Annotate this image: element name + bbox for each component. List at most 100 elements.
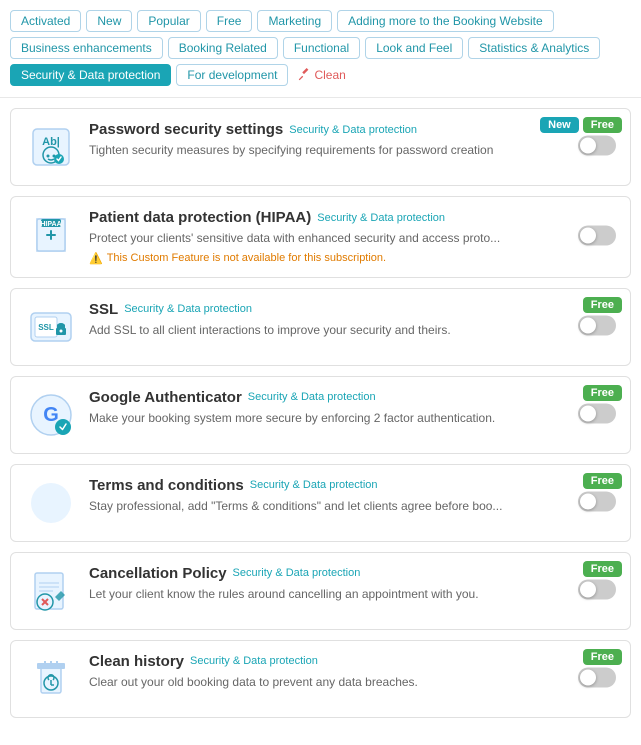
toggle-wrap[interactable] bbox=[578, 667, 616, 690]
feature-card-clean-history: Free Clean history Security & Data prote… bbox=[10, 640, 631, 718]
feature-description: Tighten security measures by specifying … bbox=[89, 142, 566, 159]
feature-category: Security & Data protection bbox=[190, 655, 318, 667]
toggle-wrap[interactable] bbox=[578, 579, 616, 602]
svg-text:HIPAA: HIPAA bbox=[40, 221, 61, 228]
filter-tag-new[interactable]: New bbox=[86, 10, 132, 32]
toggle-wrap[interactable] bbox=[578, 403, 616, 426]
badge-free: Free bbox=[583, 473, 622, 489]
feature-category: Security & Data protection bbox=[233, 567, 361, 579]
svg-text:SSL: SSL bbox=[38, 323, 54, 332]
feature-content: Patient data protection (HIPAA) Security… bbox=[89, 209, 616, 265]
badge-area: Free bbox=[583, 649, 622, 665]
filter-tag-security-&-data-protection[interactable]: Security & Data protection bbox=[10, 64, 171, 86]
feature-content: Password security settings Security & Da… bbox=[89, 121, 616, 159]
badge-free: Free bbox=[583, 385, 622, 401]
feature-title-row: SSL Security & Data protection bbox=[89, 301, 566, 318]
toggle-wrap[interactable] bbox=[578, 315, 616, 338]
feature-content: SSL Security & Data protection Add SSL t… bbox=[89, 301, 616, 339]
toggle-wrap[interactable] bbox=[578, 225, 616, 248]
feature-title: Clean history bbox=[89, 653, 184, 670]
feature-card-terms-conditions: Free Terms and conditions Security & Dat… bbox=[10, 464, 631, 542]
feature-card-patient-data: HIPAA Patient data protection (HIPAA) Se… bbox=[10, 196, 631, 278]
filter-row-2: Business enhancementsBooking RelatedFunc… bbox=[10, 37, 631, 59]
feature-icon-ssl: SSL SSL bbox=[25, 301, 77, 353]
feature-title: Google Authenticator bbox=[89, 389, 242, 406]
badge-area: Free bbox=[583, 297, 622, 313]
feature-description: Let your client know the rules around ca… bbox=[89, 586, 566, 603]
badge-free: Free bbox=[583, 117, 622, 133]
feature-toggle-cancellation-policy[interactable] bbox=[578, 579, 616, 599]
feature-category: Security & Data protection bbox=[250, 479, 378, 491]
badge-area: Free bbox=[583, 385, 622, 401]
feature-card-google-auth: Free G Google Authenticator Security & D… bbox=[10, 376, 631, 454]
feature-icon-clean-history bbox=[25, 653, 77, 705]
feature-toggle-password-security[interactable] bbox=[578, 136, 616, 156]
feature-category: Security & Data protection bbox=[317, 212, 445, 224]
feature-toggle-patient-data[interactable] bbox=[578, 225, 616, 245]
filter-tag-booking-related[interactable]: Booking Related bbox=[168, 37, 278, 59]
filter-tag-functional[interactable]: Functional bbox=[283, 37, 360, 59]
filter-tag-free[interactable]: Free bbox=[206, 10, 253, 32]
feature-card-cancellation-policy: Free Cancellation Policy Security & Data… bbox=[10, 552, 631, 630]
feature-content: Cancellation Policy Security & Data prot… bbox=[89, 565, 616, 603]
feature-icon-patient-data: HIPAA bbox=[25, 209, 77, 261]
feature-description: Stay professional, add "Terms & conditio… bbox=[89, 498, 566, 515]
feature-title: Patient data protection (HIPAA) bbox=[89, 209, 311, 226]
badge-free: Free bbox=[583, 297, 622, 313]
feature-title: Terms and conditions bbox=[89, 477, 244, 494]
feature-toggle-google-auth[interactable] bbox=[578, 403, 616, 423]
feature-title-row: Cancellation Policy Security & Data prot… bbox=[89, 565, 566, 582]
feature-title-row: Clean history Security & Data protection bbox=[89, 653, 566, 670]
feature-toggle-clean-history[interactable] bbox=[578, 667, 616, 687]
warning-icon: ⚠️ bbox=[89, 252, 103, 265]
filter-tag-popular[interactable]: Popular bbox=[137, 10, 200, 32]
feature-toggle-terms-conditions[interactable] bbox=[578, 491, 616, 511]
feature-warning: ⚠️ This Custom Feature is not available … bbox=[89, 252, 566, 265]
filter-row-1: ActivatedNewPopular FreeMarketingAdding m… bbox=[10, 10, 631, 32]
feature-title: Password security settings bbox=[89, 121, 283, 138]
feature-title-row: Patient data protection (HIPAA) Security… bbox=[89, 209, 566, 226]
filter-tag-marketing[interactable]: Marketing bbox=[257, 10, 332, 32]
filter-tag-look-and-feel[interactable]: Look and Feel bbox=[365, 37, 463, 59]
feature-card-ssl: Free SSL SSL SSL Security & Data protect… bbox=[10, 288, 631, 366]
toggle-wrap[interactable] bbox=[578, 491, 616, 514]
broom-icon bbox=[297, 68, 311, 82]
feature-icon-cancellation-policy bbox=[25, 565, 77, 617]
feature-title-row: Google Authenticator Security & Data pro… bbox=[89, 389, 566, 406]
feature-icon-terms-conditions bbox=[25, 477, 77, 529]
feature-list: NewFree Ab| Password security settings S… bbox=[0, 98, 641, 738]
badge-area: Free bbox=[583, 473, 622, 489]
filter-tag-for-development[interactable]: For development bbox=[176, 64, 288, 86]
badge-area: NewFree bbox=[540, 117, 622, 133]
filter-tag-activated[interactable]: Activated bbox=[10, 10, 81, 32]
feature-content: Google Authenticator Security & Data pro… bbox=[89, 389, 616, 427]
feature-description: Protect your clients' sensitive data wit… bbox=[89, 230, 566, 247]
feature-category: Security & Data protection bbox=[289, 124, 417, 136]
feature-title: Cancellation Policy bbox=[89, 565, 227, 582]
badge-new: New bbox=[540, 117, 579, 133]
badge-area: Free bbox=[583, 561, 622, 577]
toggle-wrap[interactable] bbox=[578, 136, 616, 159]
feature-card-password-security: NewFree Ab| Password security settings S… bbox=[10, 108, 631, 186]
feature-icon-password-security: Ab| bbox=[25, 121, 77, 173]
feature-description: Clear out your old booking data to preve… bbox=[89, 674, 566, 691]
feature-title-row: Terms and conditions Security & Data pro… bbox=[89, 477, 566, 494]
feature-content: Terms and conditions Security & Data pro… bbox=[89, 477, 616, 515]
filter-tag-business-enhancements[interactable]: Business enhancements bbox=[10, 37, 163, 59]
feature-title-row: Password security settings Security & Da… bbox=[89, 121, 566, 138]
feature-category: Security & Data protection bbox=[124, 303, 252, 315]
feature-content: Clean history Security & Data protection… bbox=[89, 653, 616, 691]
feature-toggle-ssl[interactable] bbox=[578, 315, 616, 335]
badge-free: Free bbox=[583, 561, 622, 577]
filter-row-3: Security & Data protectionFor developmen… bbox=[10, 64, 631, 86]
filter-tag-adding-more-to-the-booking-website[interactable]: Adding more to the Booking Website bbox=[337, 10, 554, 32]
filter-area: ActivatedNewPopular FreeMarketingAdding m… bbox=[0, 0, 641, 98]
feature-description: Make your booking system more secure by … bbox=[89, 410, 566, 427]
feature-category: Security & Data protection bbox=[248, 391, 376, 403]
badge-free: Free bbox=[583, 649, 622, 665]
filter-tag-statistics-&-analytics[interactable]: Statistics & Analytics bbox=[468, 37, 600, 59]
feature-description: Add SSL to all client interactions to im… bbox=[89, 322, 566, 339]
clean-button[interactable]: Clean bbox=[293, 64, 349, 86]
feature-icon-google-auth: G bbox=[25, 389, 77, 441]
svg-text:Ab|: Ab| bbox=[42, 136, 60, 148]
